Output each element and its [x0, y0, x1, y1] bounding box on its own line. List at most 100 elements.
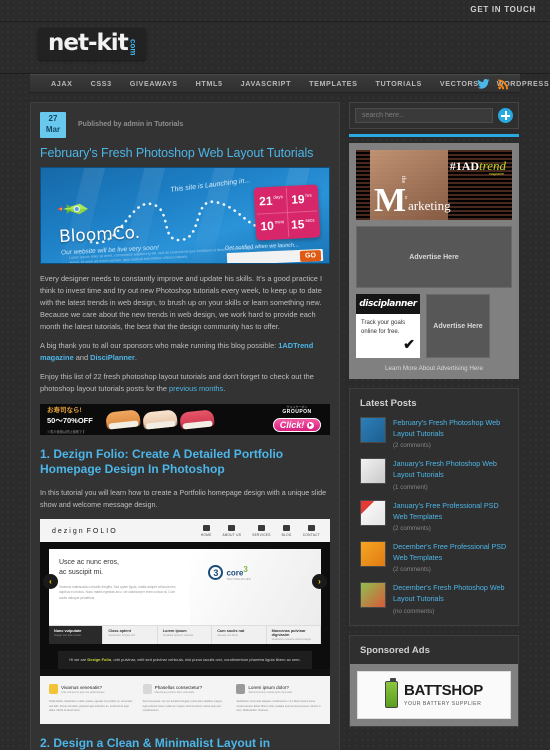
- accent-divider: [349, 134, 519, 137]
- core3-name-text: core: [226, 568, 244, 578]
- battshop-panel: BATTSHOP YOUR BATTERY SUPPLIER: [350, 663, 518, 726]
- post-thumbnail: [360, 540, 386, 567]
- dezign-tab-3[interactable]: Cum sociis nat Aenean nec libero: [212, 626, 267, 645]
- post-thumbnail: [360, 499, 386, 526]
- ad-1adtrend[interactable]: #1AD trend magazine the M in arketing: [356, 150, 512, 220]
- nav-item-ajax[interactable]: AJAX: [42, 74, 82, 93]
- nav-item-css3[interactable]: CSS3: [82, 74, 121, 93]
- tutorial-2-title[interactable]: 2. Design a Clean & Minimalist Layout in…: [40, 736, 330, 750]
- battshop-name: BATTSHOP: [404, 681, 483, 699]
- core3-badge: 3: [208, 565, 224, 581]
- previous-months-link[interactable]: previous months: [169, 384, 223, 393]
- printer-icon: [236, 684, 246, 695]
- dezign-tab-4[interactable]: Maecenas pulvinar dignissim Vestibulum p…: [267, 626, 322, 645]
- top-bar: GET IN TOUCH: [0, 0, 550, 22]
- advertise-here-small[interactable]: Advertise Here: [426, 294, 490, 358]
- core3-tagline: TECHNOLOGIES: [226, 577, 252, 581]
- groupon-name: GROUPON: [282, 409, 312, 416]
- latest-posts-panel: Latest Posts February's Fresh Photoshop …: [349, 388, 519, 626]
- dezign-column-0: Vivamus venenatis? Cras sed ipsum quis n…: [49, 684, 134, 713]
- post-title[interactable]: February's Fresh Photoshop Web Layout Tu…: [40, 146, 330, 160]
- dezign-tab-1-title: Class aptent: [108, 629, 131, 634]
- get-in-touch-link[interactable]: GET IN TOUCH: [470, 5, 536, 14]
- nav-item-javascript[interactable]: JAVASCRIPT: [232, 74, 300, 93]
- banner-brand: Dezign Folio: [87, 657, 112, 663]
- tutorial-1-title[interactable]: 1. Dezign Folio: Create A Detailed Portf…: [40, 447, 330, 478]
- go-button[interactable]: GO: [299, 249, 322, 262]
- post-link[interactable]: January's Fresh Photoshop Web Layout Tut…: [393, 458, 508, 480]
- battshop-tagline: YOUR BATTERY SUPPLIER: [404, 700, 482, 707]
- sushi-groupon-ad[interactable]: お寿司なら! 50〜70%OFF ※表示価格は税込価格です グルメクーポン GR…: [40, 403, 330, 435]
- dezign-col0-t1: Vivamus: [61, 684, 80, 690]
- site-logo[interactable]: net-kit com: [38, 28, 146, 60]
- dezign-tab-1[interactable]: Class aptent Vestibulum tempus orci: [103, 626, 158, 645]
- ad-battshop[interactable]: BATTSHOP YOUR BATTERY SUPPLIER: [357, 670, 511, 719]
- dezign-tab-1-sub: Vestibulum tempus orci: [108, 634, 136, 638]
- list-item[interactable]: February's Fresh Photoshop Web Layout Tu…: [360, 417, 508, 449]
- post-header: 27 Mar Published by admin in Tutorials: [40, 112, 330, 138]
- tutorial-1-screenshot[interactable]: dezign FOLIO HOME ABOUT US SERVICES BLOG…: [40, 519, 330, 724]
- core3-num: 3: [243, 565, 248, 575]
- sponsor-link-disciplanner[interactable]: DisciPlanner: [90, 353, 135, 362]
- list-item[interactable]: January's Fresh Photoshop Web Layout Tut…: [360, 458, 508, 491]
- search-input[interactable]: [355, 108, 493, 123]
- sushi-ad-line2: 50〜70%OFF: [47, 416, 93, 426]
- slider-prev-arrow[interactable]: ‹: [43, 574, 58, 590]
- sushi-piece-salmon: [105, 409, 141, 430]
- dezign-tab-3-title: Cum sociis nat: [217, 629, 245, 634]
- sushi-piece-white: [142, 409, 178, 430]
- advertise-here-large[interactable]: Advertise Here: [356, 226, 512, 288]
- post-meta: Published by admin in Tutorials: [78, 121, 184, 128]
- dezign-hero: ‹ › Usce ac nunc eros, ac suscipit mi. V…: [40, 542, 330, 670]
- click-button[interactable]: Click!: [272, 418, 322, 433]
- slider-next-arrow[interactable]: ›: [312, 574, 327, 590]
- dezign-nav-services[interactable]: SERVICES: [252, 524, 270, 537]
- dezign-col1-t2: consectetur?: [175, 684, 203, 690]
- nav-item-giveaways[interactable]: GIVEAWAYS: [121, 74, 187, 93]
- post-link[interactable]: January's Free Professional PSD Web Temp…: [393, 500, 508, 522]
- ad-big-m: M: [374, 182, 407, 219]
- featured-image[interactable]: This site is Launching in... 21days 19hr…: [40, 167, 330, 264]
- twitter-icon[interactable]: [477, 77, 490, 91]
- rss-icon[interactable]: [497, 77, 510, 91]
- nav-item-templates[interactable]: TEMPLATES: [300, 74, 366, 93]
- dezign-nav: HOME ABOUT US SERVICES BLOG CONTACT: [200, 524, 320, 537]
- nav-item-html5[interactable]: HTML5: [187, 74, 232, 93]
- dezign-nav-home[interactable]: HOME: [200, 524, 212, 537]
- disciplanner-text: Track your goals online for free.: [361, 320, 406, 335]
- battshop-text: BATTSHOP YOUR BATTERY SUPPLIER: [404, 683, 483, 707]
- dezign-slide-text: Vivamus malesuada convallis fringilla. S…: [59, 585, 177, 600]
- dezign-nav-contact[interactable]: CONTACT: [303, 524, 320, 537]
- sidebar: #1ADtrend magazine the M in arketing Adv…: [349, 102, 519, 750]
- learn-more-advertising-link[interactable]: Learn More About Advertising Here: [356, 365, 512, 372]
- sushi-ad-line3: ※表示価格は税込価格です: [47, 430, 86, 435]
- dezign-nav-about[interactable]: ABOUT US: [223, 524, 242, 537]
- post-paragraph-1: Every designer needs to constantly impro…: [40, 273, 330, 333]
- countdown-seconds-unit: secs: [305, 217, 315, 223]
- thanks-prefix: A big thank you to all our sponsors who …: [40, 340, 279, 350]
- nav-item-tutorials[interactable]: TUTORIALS: [366, 74, 430, 93]
- search-submit-button[interactable]: [498, 108, 513, 123]
- ad-disciplanner[interactable]: disciplanner Track your goals online for…: [356, 294, 420, 358]
- dezign-column-0-head: Vivamus venenatis? Cras sed ipsum quis n…: [49, 684, 134, 695]
- dezign-column-1-sub: Maecenas pretium diam venenatis: [154, 690, 195, 694]
- post-date-month: Mar: [45, 124, 61, 134]
- main-content: 27 Mar Published by admin in Tutorials F…: [30, 102, 340, 750]
- list-item[interactable]: January's Free Professional PSD Web Temp…: [360, 499, 508, 532]
- dezign-tab-2[interactable]: Lorem ipsum Curabitur pretium vehicula: [158, 626, 213, 645]
- dezign-nav-blog[interactable]: BLOG: [282, 524, 292, 537]
- social-links: [477, 77, 510, 91]
- tutorial-1-desc: In this tutorial you will learn how to c…: [40, 488, 327, 509]
- countdown-seconds-value: 15: [290, 217, 305, 232]
- sushi-ad-line1: お寿司なら!: [47, 407, 82, 415]
- post-date-day: 27: [48, 114, 58, 123]
- post-comments: (2 comments): [393, 442, 431, 450]
- disciplanner-header: disciplanner: [356, 294, 420, 314]
- dezign-nav-home-label: HOME: [200, 532, 212, 537]
- post-link[interactable]: December's Fresh Photoshop Web Layout Tu…: [393, 582, 508, 604]
- post-link[interactable]: December's Free Professional PSD Web Tem…: [393, 541, 508, 563]
- list-item[interactable]: December's Fresh Photoshop Web Layout Tu…: [360, 582, 508, 615]
- list-item[interactable]: December's Free Professional PSD Web Tem…: [360, 540, 508, 573]
- post-link[interactable]: February's Fresh Photoshop Web Layout Tu…: [393, 417, 508, 439]
- dezign-tab-0[interactable]: Nunc vulputate Integer nec quis cursus: [49, 626, 104, 645]
